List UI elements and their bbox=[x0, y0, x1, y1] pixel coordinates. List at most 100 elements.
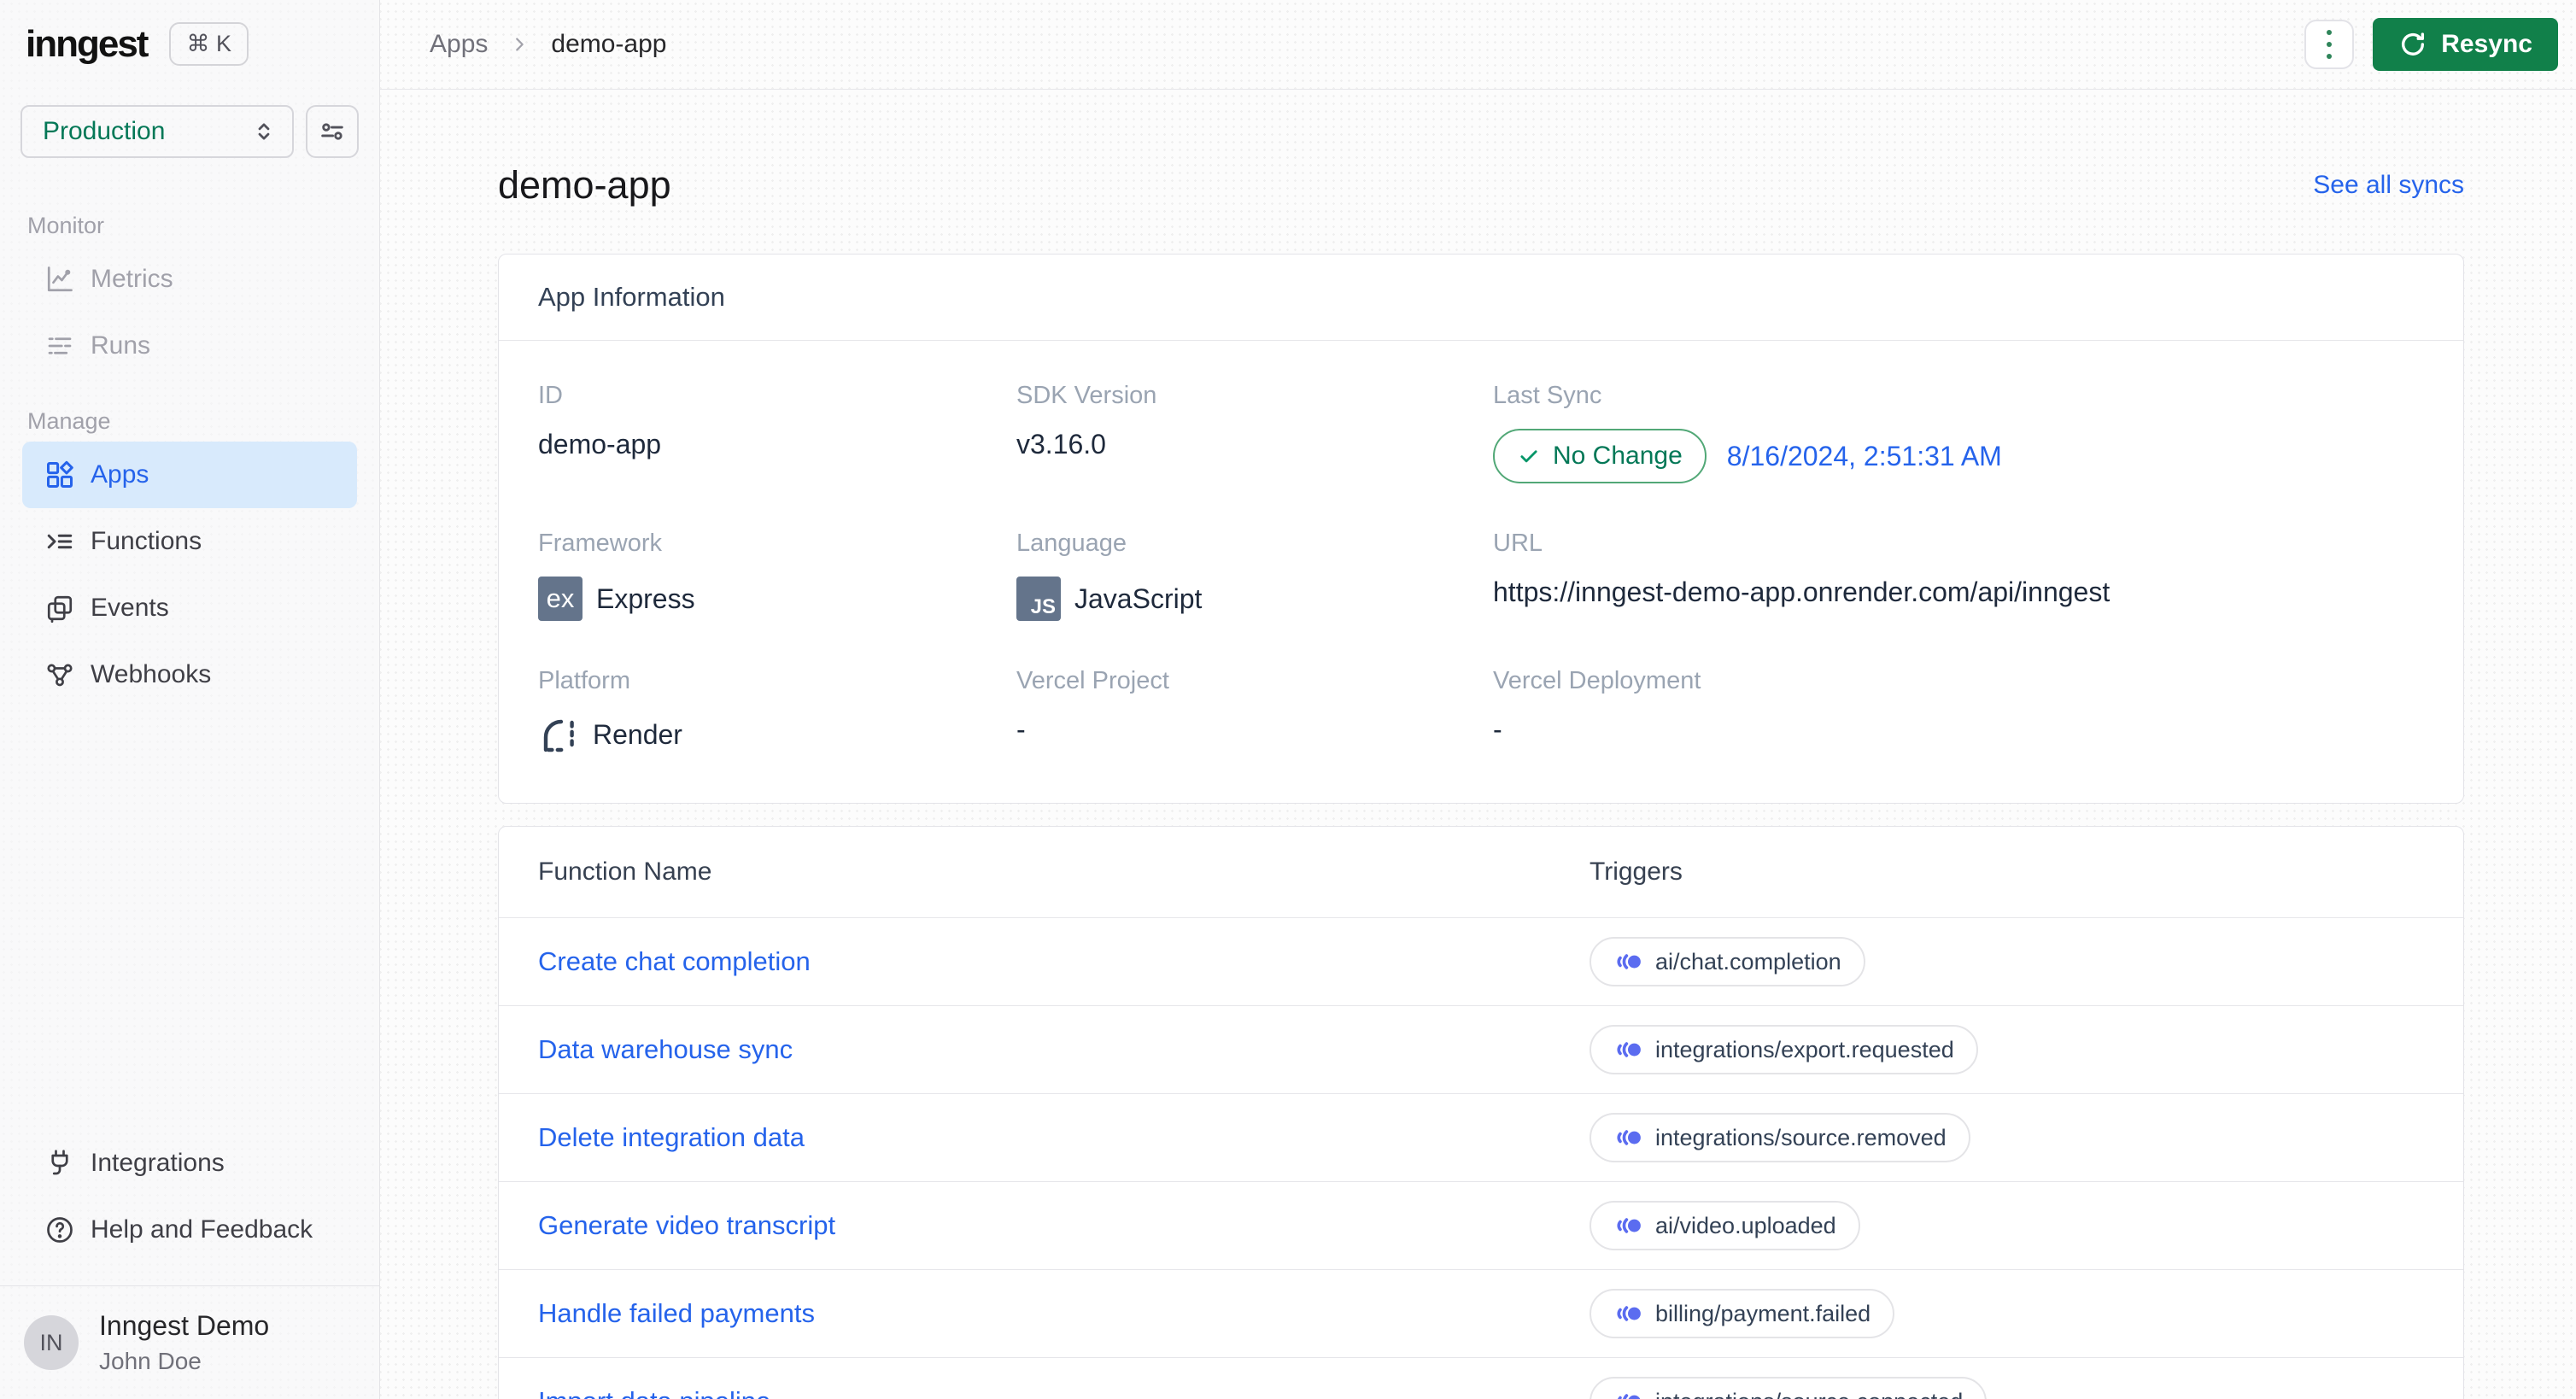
table-row: Import data pipeline integrations/source… bbox=[499, 1357, 2463, 1399]
no-change-status-badge: No Change bbox=[1493, 429, 1707, 483]
field-value: JavaScript bbox=[1074, 582, 1203, 614]
trigger-badge-label: integrations/source.removed bbox=[1655, 1124, 1947, 1150]
column-triggers: Triggers bbox=[1590, 858, 1683, 886]
environment-filter-button[interactable] bbox=[306, 105, 359, 158]
sidebar-item-events[interactable]: Events bbox=[22, 575, 357, 641]
sidebar-item-label: Runs bbox=[91, 331, 151, 360]
sidebar-item-help[interactable]: Help and Feedback bbox=[22, 1197, 357, 1263]
nav-section-manage: Manage bbox=[27, 408, 111, 434]
status-badge-label: No Change bbox=[1553, 442, 1683, 470]
webhooks-icon bbox=[44, 659, 75, 690]
kebab-dot bbox=[2327, 42, 2333, 47]
field-label: Vercel Deployment bbox=[1493, 667, 1701, 694]
field-last-sync: Last Sync No Change 8/16/2024, 2:51:31 A… bbox=[1493, 382, 2424, 483]
sidebar-nav: Monitor Metrics Runs Manage Apps Functio bbox=[0, 184, 379, 708]
command-k-label: ⌘ K bbox=[186, 31, 231, 56]
field-label: URL bbox=[1493, 530, 1543, 557]
trigger-badge[interactable]: ai/video.uploaded bbox=[1590, 1201, 1860, 1250]
function-name-link[interactable]: Delete integration data bbox=[538, 1122, 1590, 1153]
trigger-badge[interactable]: integrations/source.connected bbox=[1590, 1377, 1988, 1399]
function-name-link[interactable]: Data warehouse sync bbox=[538, 1034, 1590, 1065]
trigger-badge[interactable]: integrations/export.requested bbox=[1590, 1025, 1978, 1074]
sidebar-item-label: Functions bbox=[91, 527, 202, 555]
topbar: Apps demo-app Resync bbox=[380, 0, 2576, 90]
table-row: Create chat completion ai/chat.completio… bbox=[499, 917, 2463, 1005]
plug-icon bbox=[44, 1148, 75, 1179]
user-profile[interactable]: IN Inngest Demo John Doe bbox=[0, 1285, 379, 1399]
app-information-grid: ID demo-app SDK Version v3.16.0 Last Syn… bbox=[499, 341, 2463, 803]
app-information-card: App Information ID demo-app SDK Version … bbox=[498, 254, 2464, 804]
functions-table-header: Function Name Triggers bbox=[499, 827, 2463, 917]
field-value: demo-app bbox=[538, 429, 662, 460]
environment-row: Production bbox=[20, 105, 359, 158]
command-palette-shortcut[interactable]: ⌘ K bbox=[169, 22, 249, 66]
avatar: IN bbox=[24, 1315, 79, 1370]
sidebar-item-runs[interactable]: Runs bbox=[22, 313, 357, 379]
function-name-link[interactable]: Import data pipeline bbox=[538, 1386, 1590, 1399]
field-label: Language bbox=[1016, 530, 1127, 557]
trigger-badge-label: ai/chat.completion bbox=[1655, 948, 1841, 975]
trigger-badge-label: billing/payment.failed bbox=[1655, 1300, 1871, 1326]
field-value: Express bbox=[596, 582, 695, 614]
function-name-link[interactable]: Generate video transcript bbox=[538, 1210, 1590, 1241]
see-all-syncs-link[interactable]: See all syncs bbox=[2313, 171, 2464, 200]
sidebar-footer: Integrations Help and Feedback bbox=[0, 1130, 379, 1263]
sidebar-item-webhooks[interactable]: Webhooks bbox=[22, 641, 357, 708]
field-label: ID bbox=[538, 382, 563, 409]
field-id: ID demo-app bbox=[538, 382, 1016, 483]
sync-icon bbox=[2398, 30, 2427, 59]
trigger-badge[interactable]: integrations/source.removed bbox=[1590, 1113, 1970, 1162]
chevron-up-down-icon bbox=[251, 119, 277, 144]
express-icon: ex bbox=[538, 577, 583, 621]
breadcrumb-apps-link[interactable]: Apps bbox=[430, 30, 488, 59]
environment-label: Production bbox=[43, 117, 166, 145]
check-icon bbox=[1517, 444, 1541, 468]
sidebar-item-functions[interactable]: Functions bbox=[22, 508, 357, 575]
environment-selector[interactable]: Production bbox=[20, 105, 294, 158]
question-circle-icon bbox=[44, 1215, 75, 1245]
trigger-badge-label: ai/video.uploaded bbox=[1655, 1212, 1836, 1238]
field-platform: Platform Render bbox=[538, 667, 1016, 755]
main-area: Apps demo-app Resync demo-app See all sy… bbox=[380, 0, 2576, 1399]
sidebar-item-label: Webhooks bbox=[91, 660, 212, 688]
sidebar-item-metrics[interactable]: Metrics bbox=[22, 246, 357, 313]
field-value: v3.16.0 bbox=[1016, 429, 1106, 460]
field-value: - bbox=[1016, 714, 1026, 745]
trigger-badge-label: integrations/export.requested bbox=[1655, 1036, 1954, 1062]
page-content: demo-app See all syncs App Information I… bbox=[380, 90, 2576, 1399]
title-row: demo-app See all syncs bbox=[498, 163, 2464, 208]
field-label: Platform bbox=[538, 667, 630, 694]
functions-icon bbox=[44, 526, 75, 557]
nav-section-monitor: Monitor bbox=[27, 213, 105, 238]
last-sync-row: No Change 8/16/2024, 2:51:31 AM bbox=[1493, 429, 2424, 483]
function-name-link[interactable]: Create chat completion bbox=[538, 946, 1590, 977]
sidebar: inngest ⌘ K Production Monitor Metrics R… bbox=[0, 0, 380, 1399]
event-trigger-icon bbox=[1613, 1215, 1642, 1237]
line-chart-icon bbox=[44, 264, 75, 295]
field-label: Framework bbox=[538, 530, 663, 557]
trigger-badge[interactable]: billing/payment.failed bbox=[1590, 1289, 1895, 1338]
function-name-link[interactable]: Handle failed payments bbox=[538, 1298, 1590, 1329]
user-info: Inngest Demo John Doe bbox=[99, 1310, 269, 1375]
event-trigger-icon bbox=[1613, 951, 1642, 973]
javascript-icon: JS bbox=[1016, 577, 1061, 621]
sidebar-item-integrations[interactable]: Integrations bbox=[22, 1130, 357, 1197]
sidebar-item-apps[interactable]: Apps bbox=[22, 442, 357, 508]
inngest-logo[interactable]: inngest bbox=[26, 23, 149, 66]
event-trigger-icon bbox=[1613, 1390, 1642, 1399]
sliders-icon bbox=[318, 117, 347, 146]
sidebar-item-label: Help and Feedback bbox=[91, 1215, 313, 1244]
functions-table-body: Create chat completion ai/chat.completio… bbox=[499, 917, 2463, 1399]
event-trigger-icon bbox=[1613, 1302, 1642, 1325]
apps-grid-icon bbox=[44, 460, 75, 490]
render-icon bbox=[538, 714, 579, 755]
trigger-badge[interactable]: ai/chat.completion bbox=[1590, 937, 1865, 986]
table-row: Data warehouse sync integrations/export.… bbox=[499, 1005, 2463, 1093]
user-org: Inngest Demo bbox=[99, 1310, 270, 1341]
breadcrumb: Apps demo-app bbox=[430, 30, 666, 59]
more-actions-button[interactable] bbox=[2304, 20, 2355, 69]
resync-button[interactable]: Resync bbox=[2373, 18, 2558, 71]
field-label: Last Sync bbox=[1493, 382, 1602, 409]
last-sync-date-link[interactable]: 8/16/2024, 2:51:31 AM bbox=[1727, 441, 2002, 472]
field-label: Vercel Project bbox=[1016, 667, 1169, 694]
